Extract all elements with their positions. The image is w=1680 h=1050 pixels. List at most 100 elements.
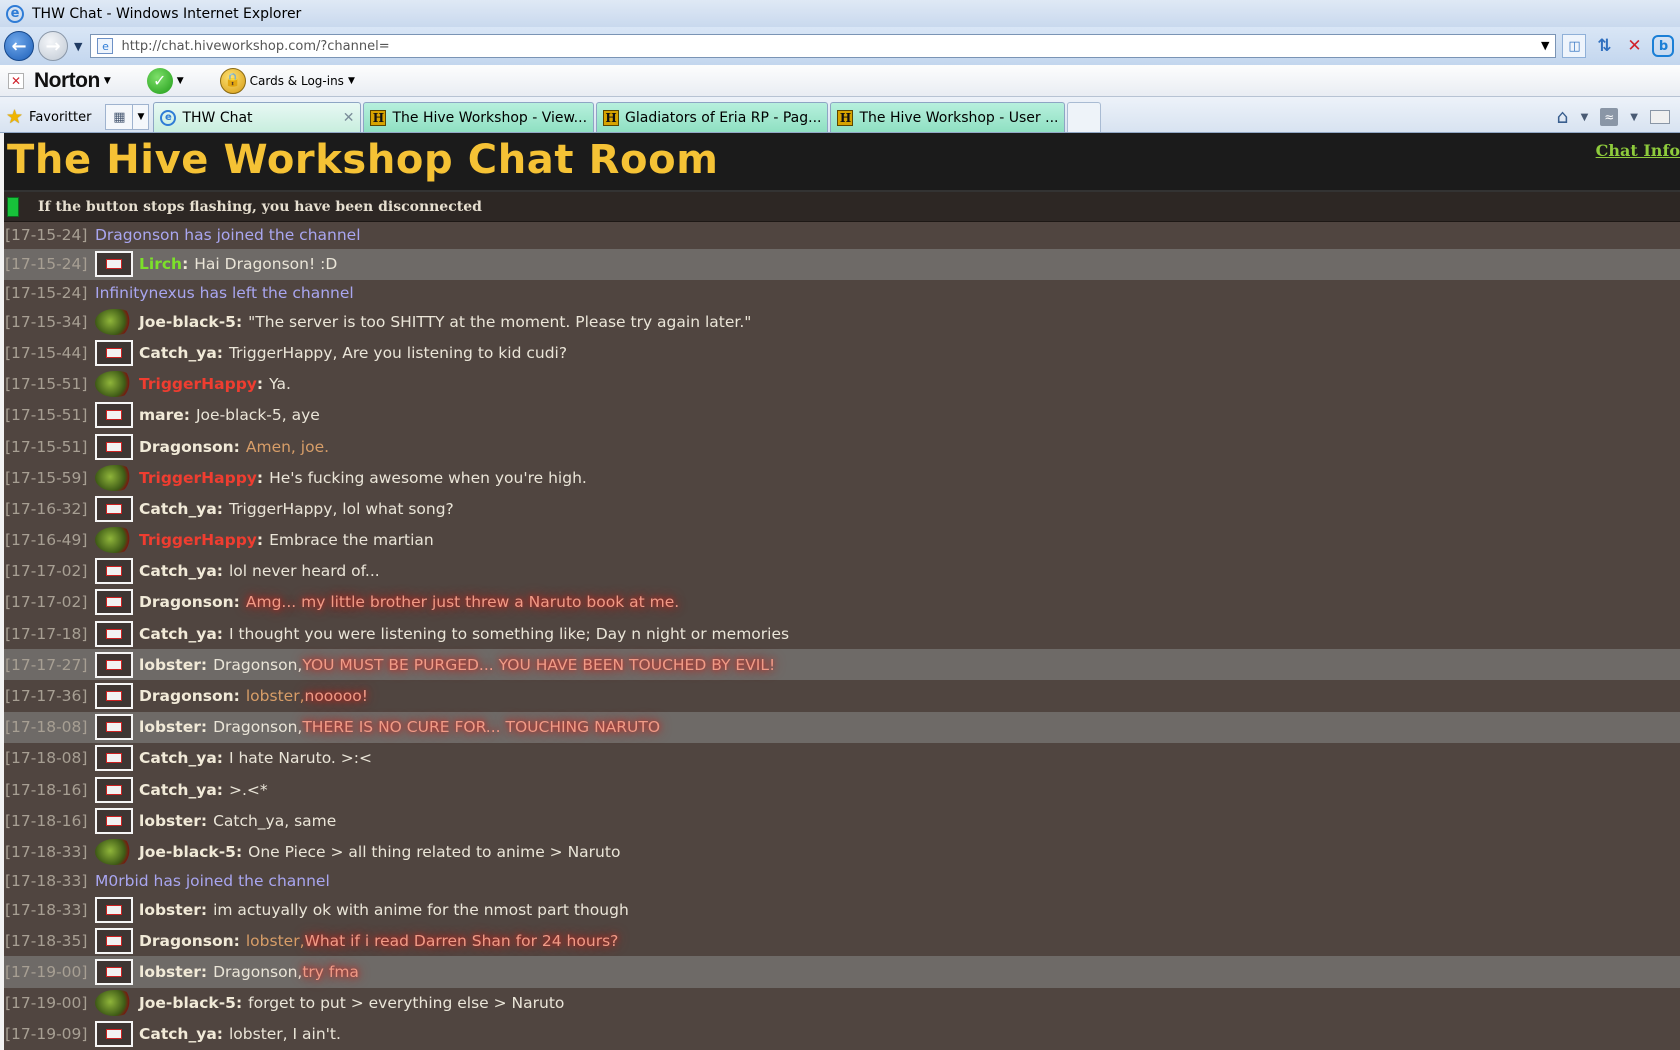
username[interactable]: Catch_ya <box>139 344 217 362</box>
message-text: im actuyally ok with anime for the nmost… <box>213 900 629 919</box>
orc-avatar-icon[interactable] <box>95 990 133 1017</box>
username[interactable]: TriggerHappy <box>139 531 257 549</box>
close-tab-icon[interactable]: ✕ <box>337 110 355 126</box>
tab-thw-chat[interactable]: e THW Chat ✕ <box>153 102 362 132</box>
username[interactable]: Dragonson <box>139 687 234 705</box>
cards-logins-menu[interactable]: Cards & Log-ins <box>250 74 344 88</box>
username[interactable]: Joe-black-5 <box>139 313 236 331</box>
username[interactable]: TriggerHappy <box>139 469 257 487</box>
no-avatar-icon[interactable] <box>95 433 133 460</box>
tab-hive-workshop-user[interactable]: H The Hive Workshop - User ... <box>830 102 1066 132</box>
username[interactable]: Catch_ya <box>139 500 217 518</box>
back-button[interactable]: ← <box>4 31 34 61</box>
favorites-button[interactable]: ★ Favoritter <box>6 102 91 132</box>
home-dropdown-icon[interactable]: ▼ <box>1581 112 1589 123</box>
no-avatar-icon[interactable] <box>95 620 133 647</box>
username[interactable]: Dragonson <box>139 438 234 456</box>
username[interactable]: Catch_ya <box>139 781 217 799</box>
username[interactable]: Catch_ya <box>139 562 217 580</box>
orc-avatar-icon[interactable] <box>95 308 133 335</box>
norton-menu[interactable]: Norton <box>34 69 100 93</box>
orc-avatar-icon[interactable] <box>95 464 133 491</box>
rss-feed-icon[interactable]: ≈ <box>1600 108 1619 126</box>
safe-check-dropdown-icon[interactable]: ▼ <box>177 76 184 86</box>
no-avatar-icon[interactable] <box>95 683 133 710</box>
no-avatar-icon[interactable] <box>95 339 133 366</box>
no-avatar-icon[interactable] <box>95 1021 133 1048</box>
connection-status-bar: If the button stops flashing, you have b… <box>4 192 1680 222</box>
chat-message: [17-19-00] Joe-black-5: forget to put > ev… <box>4 988 1680 1019</box>
no-avatar-icon[interactable] <box>95 589 133 616</box>
tab-hive-workshop-view[interactable]: H The Hive Workshop - View... <box>363 102 595 132</box>
no-avatar-icon[interactable] <box>95 927 133 954</box>
message-text: Dragonson, <box>213 718 303 737</box>
orc-avatar-icon[interactable] <box>95 527 133 554</box>
forward-button[interactable]: → <box>38 31 68 61</box>
tab-gladiators-of-eria[interactable]: H Gladiators of Eria RP - Pag... <box>596 102 829 132</box>
new-tab-button[interactable] <box>1067 102 1102 132</box>
tab-label: The Hive Workshop - User ... <box>859 109 1059 126</box>
orc-avatar-icon[interactable] <box>95 371 133 398</box>
chat-message: [17-17-36] Dragonson: lobster, nooooo! <box>4 680 1680 711</box>
message-text: Joe-black-5, aye <box>195 406 320 425</box>
username[interactable]: Joe-black-5 <box>139 994 236 1012</box>
username[interactable]: Dragonson <box>139 932 234 950</box>
message-text: "The server is too SHITTY at the moment.… <box>248 312 752 331</box>
lock-icon[interactable]: 🔒 <box>219 67 246 94</box>
norton-close-icon[interactable]: ✕ <box>8 72 24 89</box>
no-avatar-icon[interactable] <box>95 776 133 803</box>
message-text: One Piece > all thing related to anime >… <box>248 842 621 861</box>
cards-dropdown-icon[interactable]: ▼ <box>348 76 355 86</box>
norton-dropdown-icon[interactable]: ▼ <box>104 76 111 86</box>
username[interactable]: Catch_ya <box>139 625 217 643</box>
message-text: Dragonson, <box>213 963 303 982</box>
no-avatar-icon[interactable] <box>95 251 133 278</box>
username[interactable]: Catch_ya <box>139 749 217 767</box>
username[interactable]: lobster <box>139 656 201 674</box>
username[interactable]: TriggerHappy <box>139 375 257 393</box>
username-colon: : <box>200 718 208 737</box>
no-avatar-icon[interactable] <box>95 558 133 585</box>
no-avatar-icon[interactable] <box>95 959 133 986</box>
recent-pages-dropdown-icon[interactable]: ▼ <box>74 40 82 53</box>
message-timestamp: [17-16-32] <box>5 499 88 518</box>
quick-tabs-icon[interactable]: ▦ <box>105 104 134 130</box>
chat-info-link[interactable]: Chat Info <box>1596 141 1680 160</box>
feeds-dropdown-icon[interactable]: ▼ <box>1630 112 1638 123</box>
no-avatar-icon[interactable] <box>95 745 133 772</box>
no-avatar-icon[interactable] <box>95 896 133 923</box>
home-icon[interactable]: ⌂ <box>1557 106 1569 128</box>
system-message: [17-15-24] Dragonson has joined the chann… <box>4 222 1680 249</box>
username[interactable]: mare <box>139 406 184 424</box>
address-url[interactable]: http://chat.hiveworkshop.com/?channel= <box>121 39 389 54</box>
username[interactable]: Joe-black-5 <box>139 843 236 861</box>
no-avatar-icon[interactable] <box>95 651 133 678</box>
username[interactable]: Dragonson <box>139 593 234 611</box>
username[interactable]: Lirch <box>139 255 182 273</box>
username[interactable]: lobster <box>139 901 201 919</box>
message-text: lobster, <box>245 931 305 950</box>
address-bar[interactable]: e http://chat.hiveworkshop.com/?channel=… <box>90 34 1557 58</box>
no-avatar-icon[interactable] <box>95 807 133 834</box>
username[interactable]: Catch_ya <box>139 1025 217 1043</box>
orc-avatar-icon[interactable] <box>95 838 133 865</box>
username[interactable]: lobster <box>139 963 201 981</box>
bing-search-icon[interactable]: b <box>1652 35 1675 57</box>
tab-list-dropdown-icon[interactable]: ▼ <box>133 104 150 130</box>
message-text: Amg... my little brother just threw a Na… <box>245 593 680 612</box>
chat-message: [17-15-34] Joe-black-5: "The server is too… <box>4 306 1680 337</box>
compatibility-view-button[interactable]: ◫ <box>1562 34 1587 58</box>
username[interactable]: lobster <box>139 718 201 736</box>
connection-indicator-button[interactable] <box>7 196 19 217</box>
norton-safe-check-icon[interactable]: ✓ <box>146 67 173 94</box>
print-icon[interactable] <box>1650 110 1670 124</box>
message-text: Dragonson, <box>213 655 303 674</box>
refresh-button[interactable]: ⇅ <box>1592 34 1616 58</box>
no-avatar-icon[interactable] <box>95 714 133 741</box>
username[interactable]: lobster <box>139 812 201 830</box>
window-title: THW Chat - Windows Internet Explorer <box>32 5 302 22</box>
no-avatar-icon[interactable] <box>95 402 133 429</box>
address-dropdown-icon[interactable]: ▼ <box>1541 39 1549 52</box>
no-avatar-icon[interactable] <box>95 495 133 522</box>
stop-button[interactable]: ✕ <box>1622 34 1646 58</box>
